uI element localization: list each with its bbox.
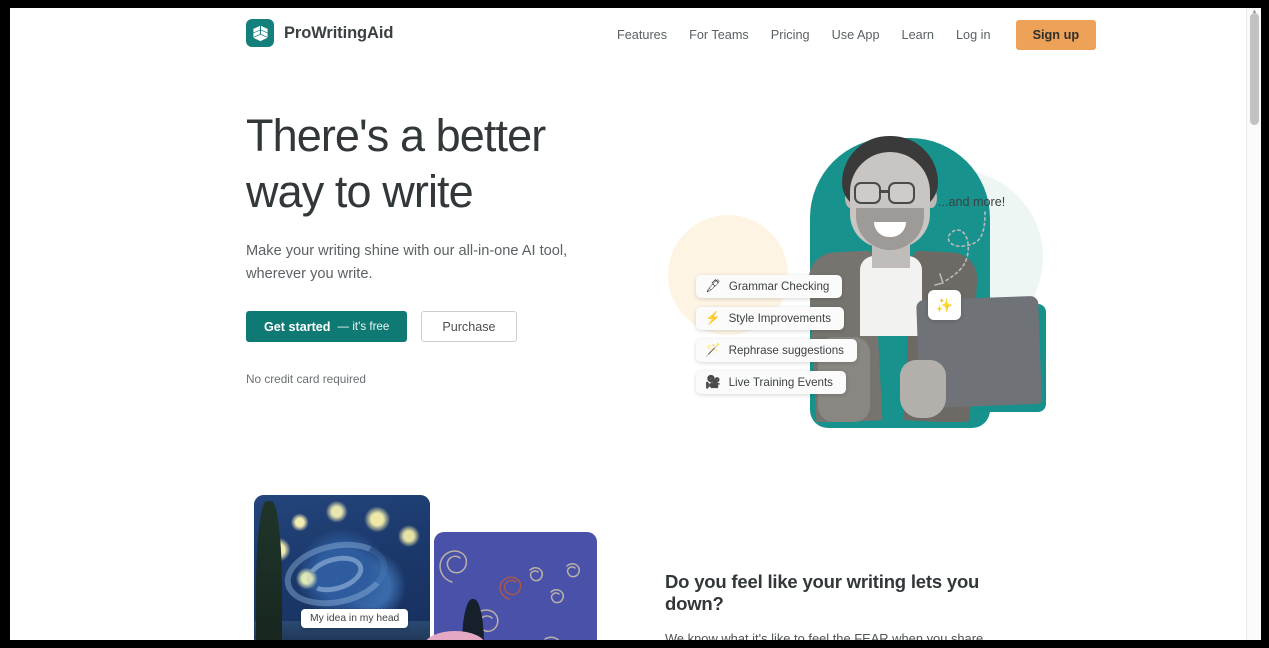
get-started-button[interactable]: Get started — it's free — [246, 311, 408, 342]
nav-item-learn[interactable]: Learn — [891, 22, 945, 48]
main-navigation: Features For Teams Pricing Use App Learn… — [606, 20, 1097, 50]
vertical-scrollbar[interactable]: ▲ — [1246, 8, 1261, 640]
site-header: ProWritingAid Features For Teams Pricing… — [10, 8, 1246, 65]
writing-lets-you-down-section: My idea in my head Do you feel like your… — [10, 495, 1246, 640]
sketch-version-image — [434, 532, 597, 640]
movie-camera-icon: 🎥 — [705, 375, 721, 390]
feature-chip-style-improvements[interactable]: ⚡ Style Improvements — [696, 307, 845, 330]
section2-title: Do you feel like your writing lets you d… — [665, 571, 980, 614]
open-book-icon — [246, 19, 274, 47]
section2-copy: Do you feel like your writing lets you d… — [665, 571, 1020, 640]
brand-name: ProWritingAid — [284, 23, 394, 42]
nav-item-pricing[interactable]: Pricing — [760, 22, 821, 48]
feature-chip-label: Rephrase suggestions — [728, 344, 844, 357]
sparkles-icon: ✨ — [928, 290, 961, 320]
page-viewport: ProWritingAid Features For Teams Pricing… — [10, 8, 1261, 640]
scrollbar-thumb[interactable] — [1250, 13, 1259, 125]
feather-pen-icon: 🖋 — [705, 279, 721, 294]
hero-title-line-1: There's a better — [246, 110, 546, 161]
section2-body: We know what it's like to feel the FEAR … — [665, 631, 984, 640]
get-started-note: — it's free — [337, 320, 390, 333]
idea-in-my-head-label: My idea in my head — [301, 609, 409, 628]
lightning-bolt-icon: ⚡ — [705, 311, 721, 326]
hero-title-line-2: way to write — [246, 166, 474, 217]
feature-chip-list: 🖋 Grammar Checking ⚡ Style Improvements … — [696, 275, 857, 394]
feature-chip-label: Grammar Checking — [728, 280, 830, 293]
curly-arrow-icon — [934, 211, 986, 286]
feature-chip-label: Live Training Events — [728, 376, 833, 389]
person-hand — [900, 360, 946, 418]
nav-item-log-in[interactable]: Log in — [945, 22, 1002, 48]
hero-section: There's a better way to write Make your … — [10, 65, 1246, 495]
feature-chip-rephrase-suggestions[interactable]: 🪄 Rephrase suggestions — [696, 339, 857, 362]
page-content: ProWritingAid Features For Teams Pricing… — [10, 8, 1246, 640]
feature-chip-label: Style Improvements — [728, 312, 832, 325]
hero-cta-group: Get started — it's free Purchase — [246, 311, 606, 342]
hero-illustration: ✨ ...and more! 🖋 Grammar Checking ⚡ Styl… — [660, 110, 1050, 460]
nav-item-features[interactable]: Features — [606, 22, 678, 48]
nav-item-use-app[interactable]: Use App — [821, 22, 891, 48]
page-title: There's a better way to write — [246, 108, 606, 220]
sign-up-button[interactable]: Sign up — [1015, 20, 1097, 50]
hero-subtitle: Make your writing shine with our all-in-… — [246, 243, 568, 282]
feature-chip-live-training-events[interactable]: 🎥 Live Training Events — [696, 371, 846, 394]
no-credit-card-note: No credit card required — [246, 372, 366, 386]
and-more-annotation: ...and more! — [938, 195, 1006, 209]
brand-logo-link[interactable]: ProWritingAid — [246, 19, 393, 47]
hero-copy: There's a better way to write Make your … — [246, 108, 606, 386]
purchase-button[interactable]: Purchase — [421, 311, 517, 342]
feature-chip-grammar-checking[interactable]: 🖋 Grammar Checking — [696, 275, 843, 298]
magic-wand-icon: 🪄 — [705, 343, 721, 358]
nav-item-for-teams[interactable]: For Teams — [678, 22, 760, 48]
spiral-doodles — [439, 550, 581, 640]
artwork-comparison: My idea in my head — [246, 495, 606, 640]
browser-frame: ProWritingAid Features For Teams Pricing… — [0, 0, 1269, 648]
get-started-label: Get started — [264, 319, 331, 334]
